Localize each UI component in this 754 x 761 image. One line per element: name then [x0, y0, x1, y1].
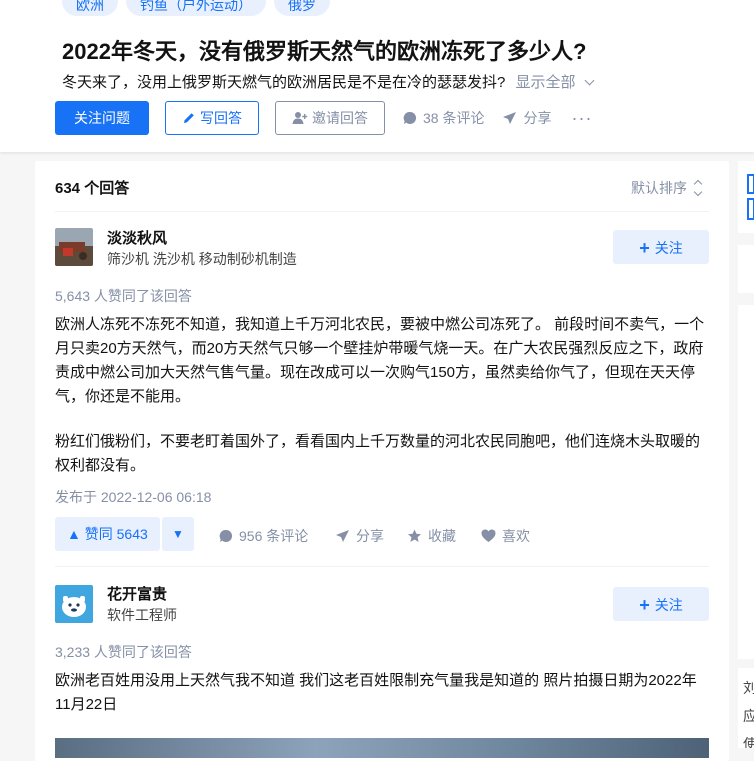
invite-answer-label: 邀请回答 — [312, 110, 368, 126]
answer-like-button[interactable]: 喜欢 — [481, 526, 530, 546]
triangle-down-icon: ▼ — [172, 527, 184, 541]
sidebar-text: 刘 — [743, 680, 754, 696]
sidebar-card: 刘 应 使 — [738, 668, 754, 748]
avatar[interactable] — [55, 228, 93, 266]
chevron-down-icon — [584, 75, 594, 86]
more-options-button[interactable]: ··· — [571, 108, 592, 129]
question-actions: 关注问题 写回答 邀请回答 38 条评论 分享 ··· — [55, 101, 592, 135]
author-name[interactable]: 花开富贵 — [107, 583, 167, 604]
show-all-button[interactable]: 显示全部 — [515, 74, 594, 91]
topic-tags: 欧洲 钓鱼（户外运动） 俄罗 — [62, 0, 330, 16]
avatar[interactable] — [55, 585, 93, 623]
topic-tag[interactable]: 俄罗 — [274, 0, 330, 16]
answer-comments-button[interactable]: 956 条评论 — [219, 526, 308, 546]
comment-icon — [403, 111, 417, 125]
write-answer-button[interactable]: 写回答 — [165, 101, 259, 135]
follow-question-button[interactable]: 关注问题 — [55, 101, 149, 135]
answer-paragraph: 欧洲人冻死不冻死不知道，我知道上千万河北农民，要被中燃公司冻死了。 前段时间不卖… — [55, 316, 705, 405]
answer-share-label: 分享 — [356, 528, 384, 544]
sidebar-card — [738, 305, 754, 659]
topic-tag[interactable]: 钓鱼（户外运动） — [126, 0, 266, 16]
show-all-label: 显示全部 — [515, 74, 576, 91]
publish-time[interactable]: 发布于 2022-12-06 06:18 — [55, 487, 211, 507]
answers-card: 634 个回答 默认排序 淡淡秋风 筛沙机 洗沙机 移动制砂机制造 + 关注 5,… — [35, 161, 729, 761]
plus-icon: + — [639, 595, 650, 615]
vote-count-text: 3,233 人赞同了该回答 — [55, 644, 192, 660]
heart-icon — [481, 529, 496, 543]
plus-icon: + — [639, 238, 650, 258]
answer-count: 634 个回答 — [55, 180, 130, 197]
comment-icon — [219, 529, 233, 543]
question-detail-text: 冬天来了，没用上俄罗斯天燃气的欧洲居民是不是在冷的瑟瑟发抖? — [62, 74, 506, 91]
star-icon — [407, 529, 422, 543]
sidebar-text: 使 — [743, 736, 754, 748]
sidebar-text: 应 — [743, 708, 754, 724]
question-header: 欧洲 钓鱼（户外运动） 俄罗 2022年冬天，没有俄罗斯天然气的欧洲冻死了多少人… — [0, 0, 754, 152]
question-detail: 冬天来了，没用上俄罗斯天燃气的欧洲居民是不是在冷的瑟瑟发抖? 显示全部 — [62, 71, 594, 92]
follow-label: 关注 — [654, 597, 683, 613]
answers-header: 634 个回答 默认排序 — [55, 161, 709, 212]
answer-share-button[interactable]: 分享 — [335, 526, 384, 546]
sidebar-card[interactable] — [738, 161, 754, 233]
follow-author-button[interactable]: + 关注 — [613, 230, 709, 264]
author-bio: 软件工程师 — [107, 607, 177, 623]
question-share-label: 分享 — [523, 110, 552, 126]
question-comments-label: 38 条评论 — [423, 110, 485, 126]
answer-content: 欧洲老百姓用没用上天然气我不知道 我们这老百姓限制充气量我是知道的 照片拍摄日期… — [55, 669, 709, 738]
vote-down-button[interactable]: ▼ — [162, 517, 194, 551]
author-bio: 筛沙机 洗沙机 移动制砂机制造 — [107, 251, 297, 267]
invite-answer-button[interactable]: 邀请回答 — [275, 101, 385, 135]
share-icon — [335, 529, 350, 543]
answer-divider — [55, 566, 709, 567]
answer-paragraph: 欧洲老百姓用没用上天然气我不知道 我们这老百姓限制充气量我是知道的 照片拍摄日期… — [55, 672, 697, 713]
follow-author-button[interactable]: + 关注 — [613, 587, 709, 621]
question-comments-button[interactable]: 38 条评论 — [403, 108, 484, 128]
answer-paragraph: 粉红们俄粉们，不要老盯着国外了，看看国内上千万数量的河北农民同胞吧，他们连烧木头… — [55, 433, 701, 474]
vote-up-label: 赞同 5643 — [84, 526, 148, 542]
write-answer-label: 写回答 — [200, 110, 242, 126]
sort-toggle-icon — [693, 179, 703, 197]
vote-count-text: 5,643 人赞同了该回答 — [55, 288, 192, 304]
answer-collect-label: 收藏 — [428, 528, 456, 544]
sort-label: 默认排序 — [631, 180, 687, 196]
invite-user-icon — [292, 111, 308, 125]
question-title: 2022年冬天，没有俄罗斯天然气的欧洲冻死了多少人? — [62, 39, 587, 64]
pencil-icon — [182, 111, 196, 125]
sort-dropdown[interactable]: 默认排序 — [631, 178, 703, 198]
follow-label: 关注 — [654, 240, 683, 256]
triangle-up-icon: ▲ — [67, 526, 81, 542]
share-icon — [502, 111, 517, 125]
sidebar-card — [738, 245, 754, 293]
answer-collect-button[interactable]: 收藏 — [407, 526, 456, 546]
answer-image[interactable] — [55, 738, 709, 758]
vote-up-button[interactable]: ▲ 赞同 5643 — [55, 517, 160, 551]
answer-like-label: 喜欢 — [502, 528, 530, 544]
answer-comments-label: 956 条评论 — [239, 528, 309, 544]
question-share-button[interactable]: 分享 — [502, 108, 551, 128]
topic-tag[interactable]: 欧洲 — [62, 0, 118, 16]
author-name[interactable]: 淡淡秋风 — [107, 227, 167, 248]
answer-content: 欧洲人冻死不冻死不知道，我知道上千万河北农民，要被中燃公司冻死了。 前段时间不卖… — [55, 313, 709, 499]
